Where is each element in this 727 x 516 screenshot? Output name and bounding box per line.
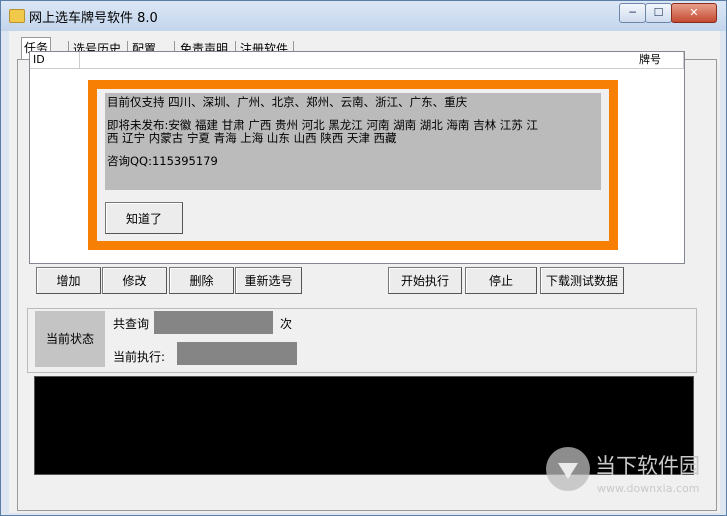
stop-button[interactable]: 停止 (465, 267, 537, 294)
watermark-text: 当下软件园 (595, 454, 700, 478)
current-exec-label: 当前执行: (113, 350, 166, 364)
query-count-label: 共查询 (113, 317, 150, 331)
column-id[interactable]: ID (30, 52, 80, 68)
query-count-value (154, 311, 273, 334)
notice-text: 目前仅支持 四川、深圳、广州、北京、郑州、云南、浙江、广东、重庆 即将未发布:安… (105, 93, 601, 190)
status-label: 当前状态 (35, 311, 105, 367)
app-icon (9, 9, 25, 23)
list-header: ID 牌号 (30, 52, 684, 69)
edit-button[interactable]: 修改 (102, 267, 167, 294)
delete-button[interactable]: 删除 (169, 267, 234, 294)
minimize-button[interactable]: ─ (619, 3, 646, 23)
upcoming-regions-2: 西 辽宁 内蒙古 宁夏 青海 上海 山东 山西 陕西 天津 西藏 (107, 131, 397, 145)
current-exec-value (177, 342, 297, 365)
app-window: 网上选车牌号软件 8.0 ─ ☐ ✕ 任务 选号历史 配置 免责声明 注册软件 … (0, 0, 727, 516)
maximize-button[interactable]: ☐ (645, 3, 672, 23)
contact-info: 咨询QQ:115395179 (107, 154, 218, 168)
title-bar: 网上选车牌号软件 8.0 ─ ☐ ✕ (1, 1, 726, 31)
watermark-url: www.downxia.com (597, 482, 699, 495)
status-panel: 当前状态 共查询 次 当前执行: (27, 308, 697, 373)
reselect-button[interactable]: 重新选号 (235, 267, 302, 294)
add-button[interactable]: 增加 (36, 267, 101, 294)
window-title: 网上选车牌号软件 8.0 (29, 11, 158, 26)
watermark-logo: 当下软件园 www.downxia.com (546, 447, 700, 495)
ok-button[interactable]: 知道了 (105, 202, 183, 234)
download-test-data-button[interactable]: 下载测试数据 (540, 267, 624, 294)
notice-dialog: 目前仅支持 四川、深圳、广州、北京、郑州、云南、浙江、广东、重庆 即将未发布:安… (88, 80, 618, 250)
supported-regions: 目前仅支持 四川、深圳、广州、北京、郑州、云南、浙江、广东、重庆 (107, 95, 468, 109)
start-button[interactable]: 开始执行 (388, 267, 462, 294)
column-plate[interactable]: 牌号 (636, 52, 684, 68)
close-button[interactable]: ✕ (671, 3, 717, 23)
query-count-unit: 次 (280, 317, 293, 331)
